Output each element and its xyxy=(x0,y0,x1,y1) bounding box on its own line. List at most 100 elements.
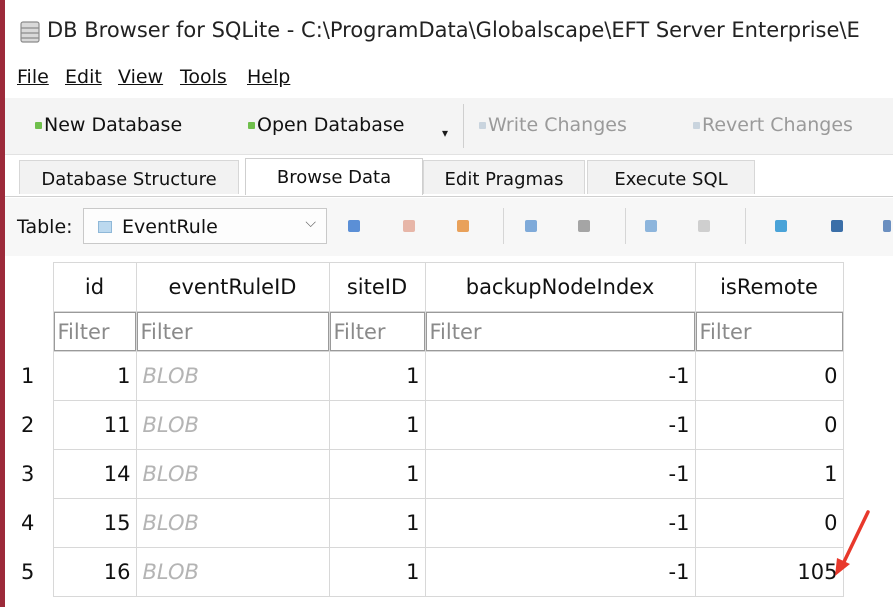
write-changes-button[interactable]: Write Changes xyxy=(479,114,627,136)
column-header-backupnodeindex[interactable]: backupNodeIndex xyxy=(424,262,696,312)
table-row[interactable]: 1 1 BLOB 1 -1 0 xyxy=(19,351,844,401)
tab-edit-pragmas-label: Edit Pragmas xyxy=(444,169,564,190)
tab-database-structure-label: Database Structure xyxy=(41,169,217,190)
column-header-isremote[interactable]: isRemote xyxy=(694,262,844,312)
table-row[interactable]: 3 14 BLOB 1 -1 1 xyxy=(19,449,844,499)
browse-toolbar-separator xyxy=(745,208,746,244)
tab-edit-pragmas[interactable]: Edit Pragmas xyxy=(423,160,585,194)
toolbar-separator xyxy=(463,104,464,148)
cell-backupnodeindex[interactable]: -1 xyxy=(424,547,696,597)
tab-database-structure[interactable]: Database Structure xyxy=(19,160,239,194)
cell-isremote[interactable]: 105 xyxy=(694,547,844,597)
row-number[interactable]: 3 xyxy=(19,449,53,499)
filter-row-corner xyxy=(19,311,53,352)
cell-eventruleid[interactable]: BLOB xyxy=(135,547,330,597)
menu-file-label: File xyxy=(17,66,49,88)
grid-corner xyxy=(19,262,53,312)
tab-execute-sql[interactable]: Execute SQL xyxy=(587,160,755,194)
row-number[interactable]: 4 xyxy=(19,498,53,548)
column-header-siteid[interactable]: siteID xyxy=(328,262,426,312)
clear-sort-icon[interactable] xyxy=(457,220,469,232)
menu-edit-label: Edit xyxy=(65,66,102,88)
print-icon[interactable] xyxy=(578,220,590,232)
cell-backupnodeindex[interactable]: -1 xyxy=(424,400,696,450)
filter-input-isremote[interactable] xyxy=(695,312,843,351)
cell-eventruleid[interactable]: BLOB xyxy=(135,449,330,499)
window-title: DB Browser for SQLite - C:\ProgramData\G… xyxy=(47,18,860,42)
menu-help-label: Help xyxy=(247,66,291,88)
revert-changes-button[interactable]: Revert Changes xyxy=(693,114,853,136)
tab-execute-sql-label: Execute SQL xyxy=(614,169,728,190)
refresh-icon[interactable] xyxy=(348,220,360,232)
tab-browse-data[interactable]: Browse Data xyxy=(245,158,423,195)
cell-isremote[interactable]: 0 xyxy=(694,351,844,401)
open-database-icon xyxy=(248,122,255,129)
cell-eventruleid[interactable]: BLOB xyxy=(135,498,330,548)
menu-file[interactable]: File xyxy=(17,66,49,88)
cell-isremote[interactable]: 1 xyxy=(694,449,844,499)
database-app-icon xyxy=(20,21,40,43)
cell-id[interactable]: 1 xyxy=(52,351,137,401)
header-row: id eventRuleID siteID backupNodeIndex is… xyxy=(19,262,844,312)
cell-siteid[interactable]: 1 xyxy=(328,449,426,499)
filter-cell-id xyxy=(52,311,137,352)
save-table-icon[interactable] xyxy=(525,220,537,232)
more-tools-icon[interactable] xyxy=(883,220,891,232)
menu-view[interactable]: View xyxy=(118,66,163,88)
row-number[interactable]: 2 xyxy=(19,400,53,450)
cell-id[interactable]: 11 xyxy=(52,400,137,450)
cell-isremote[interactable]: 0 xyxy=(694,400,844,450)
table-select[interactable]: EventRule ⌵ xyxy=(83,208,327,244)
cell-eventruleid[interactable]: BLOB xyxy=(135,351,330,401)
menu-bar: File Edit View Tools Help xyxy=(5,58,893,98)
menu-view-label: View xyxy=(118,66,164,88)
cell-siteid[interactable]: 1 xyxy=(328,498,426,548)
find-replace-icon[interactable] xyxy=(831,220,843,232)
cell-eventruleid[interactable]: BLOB xyxy=(135,400,330,450)
menu-edit[interactable]: Edit xyxy=(65,66,102,88)
cell-backupnodeindex[interactable]: -1 xyxy=(424,449,696,499)
column-header-id[interactable]: id xyxy=(52,262,137,312)
filter-row xyxy=(19,311,844,352)
tab-bar: Database Structure Browse Data Edit Prag… xyxy=(5,156,893,197)
filter-input-siteid[interactable] xyxy=(329,312,425,351)
cell-id[interactable]: 16 xyxy=(52,547,137,597)
chevron-down-icon: ⌵ xyxy=(305,215,316,231)
delete-record-icon[interactable] xyxy=(698,220,710,232)
filter-input-eventruleid[interactable] xyxy=(136,312,329,351)
filter-cell-eventruleid xyxy=(135,311,330,352)
row-number[interactable]: 1 xyxy=(19,351,53,401)
row-number[interactable]: 5 xyxy=(19,547,53,597)
browse-toolbar: Table: EventRule ⌵ xyxy=(5,198,893,256)
table-row[interactable]: 5 16 BLOB 1 -1 105 xyxy=(19,547,844,597)
cell-backupnodeindex[interactable]: -1 xyxy=(424,351,696,401)
menu-tools-label: Tools xyxy=(180,66,227,88)
revert-changes-label: Revert Changes xyxy=(702,114,853,136)
filter-input-id[interactable] xyxy=(53,312,136,351)
open-database-dropdown-arrow-icon[interactable]: ▾ xyxy=(442,126,448,140)
column-header-eventruleid[interactable]: eventRuleID xyxy=(135,262,330,312)
open-database-label: Open Database xyxy=(257,114,405,136)
clear-filters-icon[interactable] xyxy=(403,220,415,232)
table-row[interactable]: 4 15 BLOB 1 -1 0 xyxy=(19,498,844,548)
new-database-button[interactable]: New Database xyxy=(35,114,182,136)
cell-siteid[interactable]: 1 xyxy=(328,400,426,450)
title-bar: DB Browser for SQLite - C:\ProgramData\G… xyxy=(5,0,893,58)
table-row[interactable]: 2 11 BLOB 1 -1 0 xyxy=(19,400,844,450)
cell-isremote[interactable]: 0 xyxy=(694,498,844,548)
open-database-button[interactable]: Open Database xyxy=(248,114,404,136)
menu-help[interactable]: Help xyxy=(247,66,290,88)
cell-backupnodeindex[interactable]: -1 xyxy=(424,498,696,548)
cell-siteid[interactable]: 1 xyxy=(328,547,426,597)
write-changes-icon xyxy=(479,122,486,129)
cell-id[interactable]: 15 xyxy=(52,498,137,548)
menu-tools[interactable]: Tools xyxy=(180,66,227,88)
browse-toolbar-separator xyxy=(625,208,626,244)
cell-id[interactable]: 14 xyxy=(52,449,137,499)
cell-siteid[interactable]: 1 xyxy=(328,351,426,401)
filter-input-backupnodeindex[interactable] xyxy=(425,312,695,351)
revert-changes-icon xyxy=(693,122,700,129)
insert-record-icon[interactable] xyxy=(645,220,657,232)
find-icon[interactable] xyxy=(775,220,787,232)
table-select-value: EventRule xyxy=(122,216,218,238)
